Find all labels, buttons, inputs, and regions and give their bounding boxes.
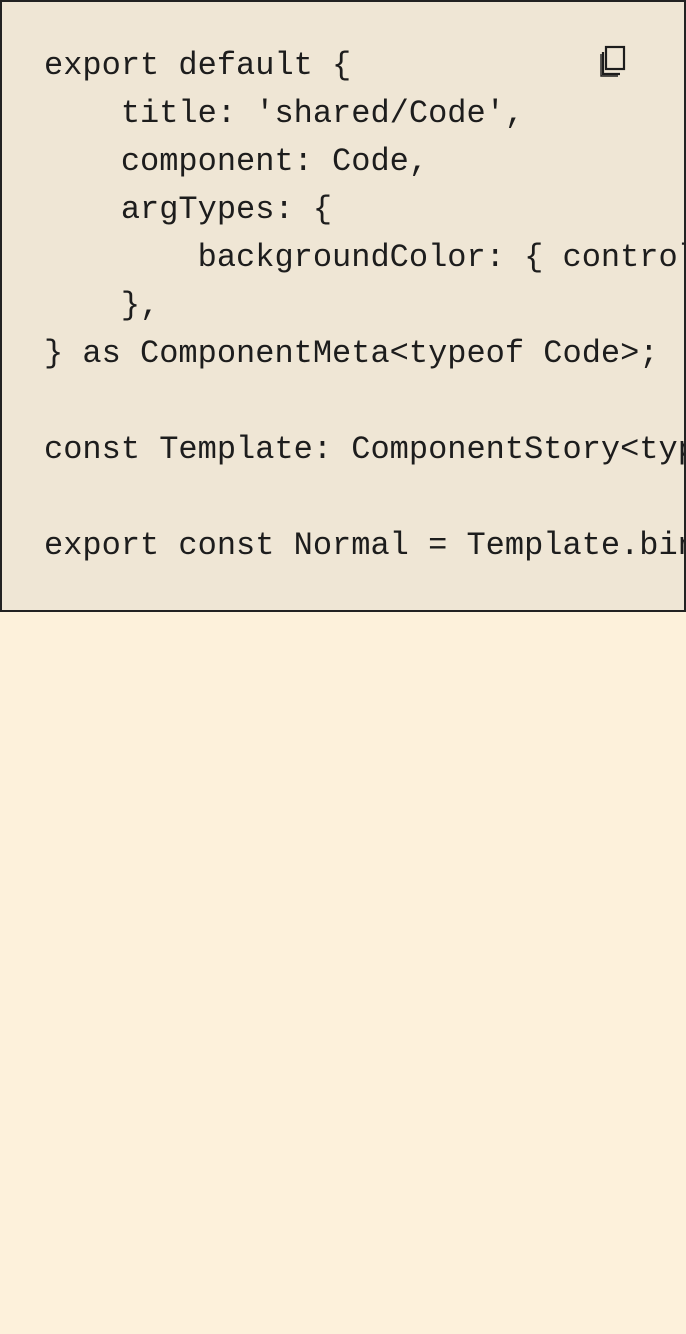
copy-code-button[interactable]	[596, 42, 630, 80]
code-line: argTypes: {	[44, 191, 333, 228]
code-block-card: export default { title: 'shared/Code', c…	[0, 0, 686, 612]
code-line: } as ComponentMeta<typeof Code>;	[44, 335, 659, 372]
code-line: export default {	[44, 47, 352, 84]
copy-icon	[599, 45, 627, 77]
code-line: export const Normal = Template.bind({});	[44, 527, 684, 564]
code-block: export default { title: 'shared/Code', c…	[44, 42, 684, 570]
code-line: const Template: ComponentStory<typeof Co…	[44, 431, 684, 468]
code-line: },	[44, 287, 160, 324]
code-line: component: Code,	[44, 143, 429, 180]
code-line: backgroundColor: { control: 'color' },	[197, 239, 684, 276]
code-line: title: 'shared/Code',	[44, 95, 525, 132]
